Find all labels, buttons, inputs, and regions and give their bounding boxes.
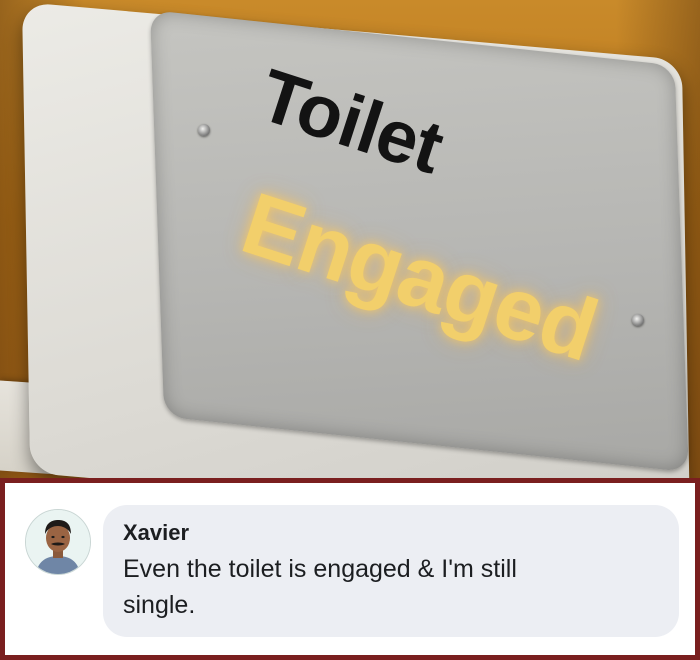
screw-icon: [632, 314, 644, 326]
user-avatar-icon: [26, 510, 90, 574]
comment-text: Even the toilet is engaged & I'm still s…: [123, 555, 517, 619]
comment-author[interactable]: Xavier: [123, 519, 659, 547]
comment-bubble: Xavier Even the toilet is engaged & I'm …: [103, 505, 679, 637]
screw-icon: [198, 124, 210, 136]
avatar[interactable]: [25, 509, 91, 575]
sign-photo: Toilet Engaged: [0, 0, 700, 478]
comment-card: Xavier Even the toilet is engaged & I'm …: [0, 478, 700, 660]
